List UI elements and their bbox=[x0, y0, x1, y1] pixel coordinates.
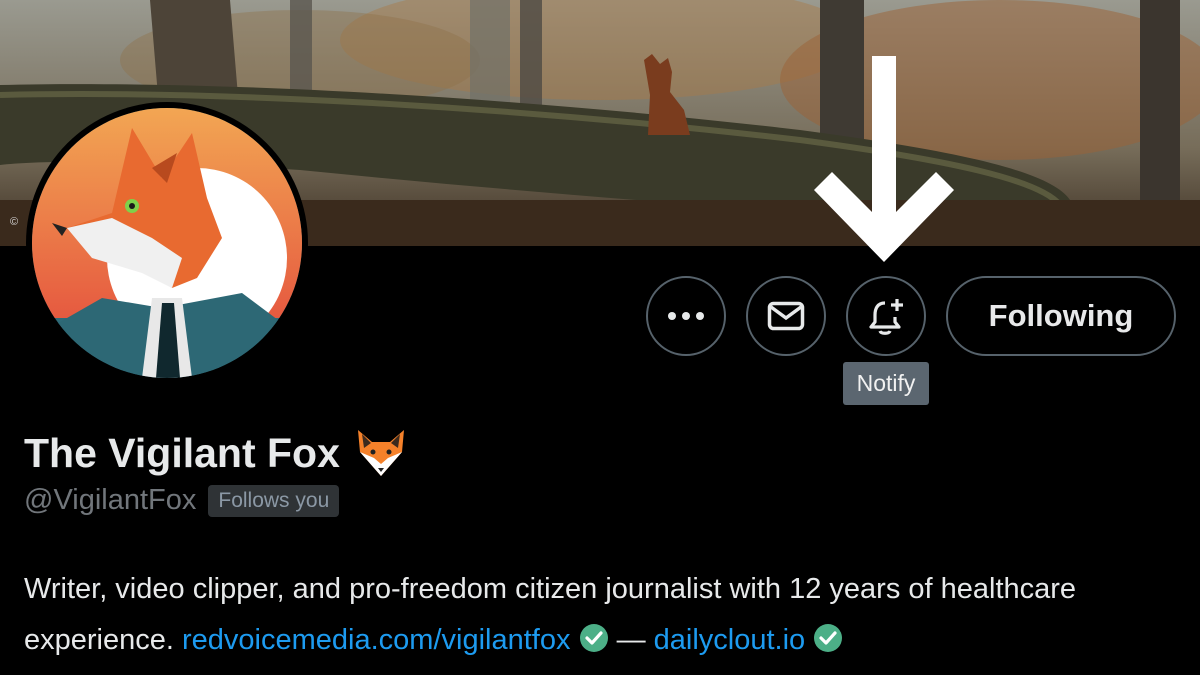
fox-face-emoji-icon bbox=[357, 430, 404, 476]
handle-row: @VigilantFox Follows you bbox=[24, 484, 340, 517]
message-button[interactable] bbox=[746, 276, 826, 356]
fox-avatar-illustration bbox=[32, 108, 302, 378]
follows-you-badge: Follows you bbox=[208, 484, 340, 517]
more-button[interactable] bbox=[646, 276, 726, 356]
envelope-icon bbox=[767, 301, 805, 331]
following-button[interactable]: Following bbox=[946, 276, 1176, 356]
display-name-row: The Vigilant Fox bbox=[24, 428, 408, 478]
avatar[interactable] bbox=[26, 102, 308, 384]
check-circle-icon bbox=[814, 624, 843, 652]
display-name: The Vigilant Fox bbox=[24, 429, 340, 476]
handle: @VigilantFox bbox=[24, 484, 197, 516]
copyright-mark: © bbox=[10, 216, 19, 228]
more-icon bbox=[668, 312, 704, 320]
profile-page: © Notify Following The Vigilant Fox @Vig… bbox=[0, 0, 1200, 675]
bio-separator: — bbox=[616, 624, 646, 656]
arrow-down-icon bbox=[814, 56, 954, 262]
bio-link-redvoicemedia[interactable]: redvoicemedia.com/vigilantfox bbox=[182, 624, 570, 656]
bio-link-dailyclout[interactable]: dailyclout.io bbox=[654, 624, 806, 656]
notify-button[interactable] bbox=[846, 276, 926, 356]
bio: Writer, video clipper, and pro-freedom c… bbox=[24, 564, 1184, 666]
notify-tooltip: Notify bbox=[843, 362, 929, 405]
check-circle-icon bbox=[579, 624, 608, 652]
bell-plus-icon bbox=[869, 299, 903, 335]
